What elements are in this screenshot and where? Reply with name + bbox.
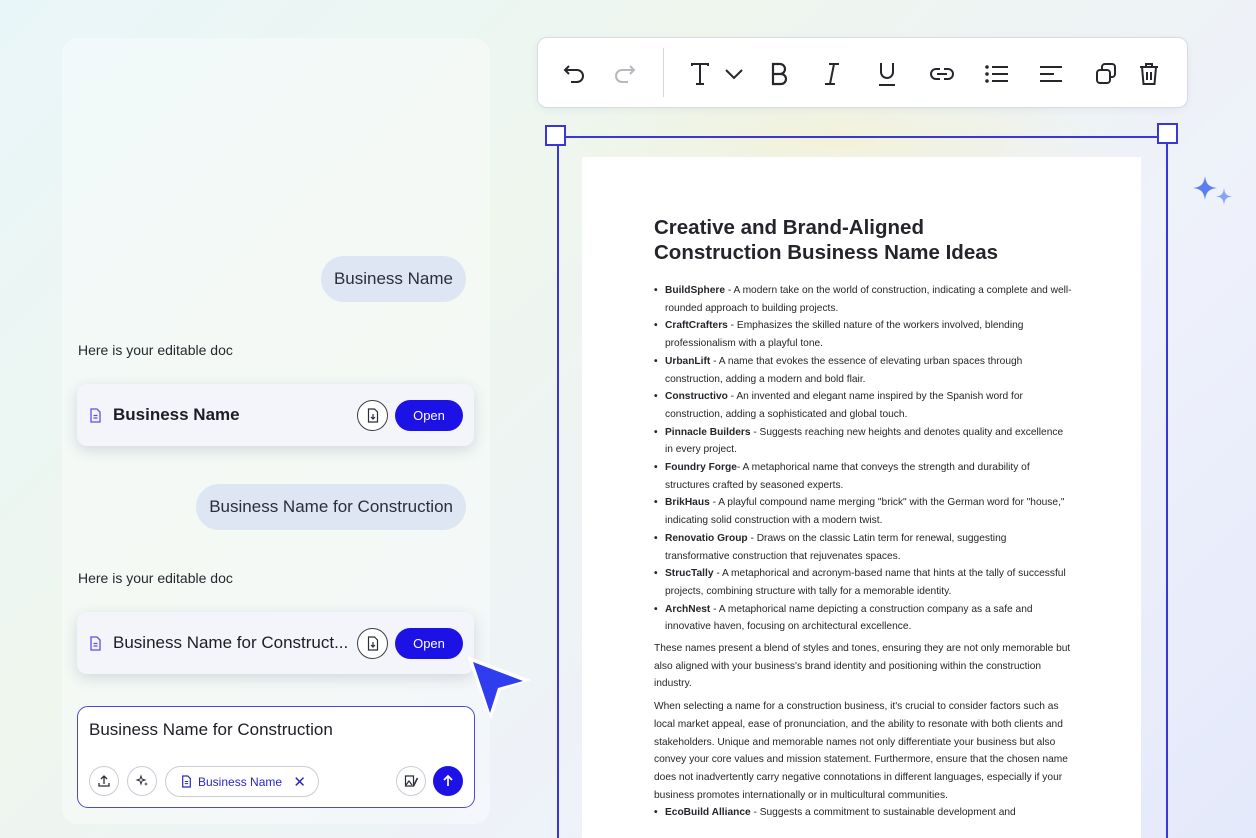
list-item: BuildSphere - A modern take on the world… bbox=[654, 282, 1073, 317]
doc-card[interactable]: Business Name Open bbox=[77, 384, 474, 446]
chat-panel: Business Name Here is your editable doc … bbox=[62, 38, 490, 824]
list-item: StrucTally - A metaphorical and acronym-… bbox=[654, 565, 1073, 600]
idea-list: BuildSphere - A modern take on the world… bbox=[654, 282, 1073, 636]
undo-icon[interactable] bbox=[561, 60, 589, 88]
list-item: Foundry Forge- A metaphorical name that … bbox=[654, 459, 1073, 494]
doc-title: Business Name for Construct... bbox=[113, 633, 349, 652]
open-button[interactable]: Open bbox=[395, 627, 463, 659]
redo-icon[interactable] bbox=[610, 60, 638, 88]
list-item: BrikHaus - A playful compound name mergi… bbox=[654, 494, 1073, 529]
body-paragraph: When selecting a name for a construction… bbox=[654, 701, 1068, 801]
list-item: Renovatio Group - Draws on the classic L… bbox=[654, 530, 1073, 565]
bold-icon[interactable] bbox=[765, 60, 793, 88]
bulleted-list-icon[interactable] bbox=[983, 60, 1011, 88]
text-style-icon[interactable] bbox=[686, 60, 714, 88]
arrow-up-icon bbox=[443, 774, 453, 786]
body-paragraph: These names present a blend of styles an… bbox=[654, 643, 1071, 690]
list-item: UrbanLift - A name that evokes the essen… bbox=[654, 353, 1073, 388]
composer-input[interactable]: Business Name for Construction bbox=[89, 720, 333, 740]
editor-toolbar bbox=[537, 37, 1188, 108]
open-button[interactable]: Open bbox=[395, 399, 463, 431]
document-icon bbox=[89, 407, 105, 423]
sparkle-icon bbox=[135, 774, 148, 786]
pointer-cursor-icon bbox=[467, 656, 531, 720]
doc-title: Business Name bbox=[113, 405, 240, 424]
user-message: Business Name for Construction bbox=[196, 484, 466, 530]
toolbar-separator bbox=[663, 48, 664, 97]
list-item: CraftCrafters - Emphasizes the skilled n… bbox=[654, 317, 1073, 352]
list-item: ArchNest - A metaphorical name depicting… bbox=[654, 601, 1073, 636]
align-icon[interactable] bbox=[1037, 60, 1065, 88]
document-title: Creative and Brand-Aligned Construction … bbox=[654, 216, 999, 264]
download-button[interactable] bbox=[357, 627, 388, 659]
user-message: Business Name bbox=[320, 256, 466, 302]
assistant-message: Here is your editable doc bbox=[78, 570, 233, 586]
resize-handle-top-left[interactable] bbox=[545, 125, 566, 146]
list-item: Pinnacle Builders - Suggests reaching ne… bbox=[654, 424, 1073, 459]
chevron-down-icon[interactable] bbox=[720, 60, 748, 88]
document-icon bbox=[89, 635, 105, 651]
image-button[interactable] bbox=[396, 766, 426, 796]
document-icon bbox=[182, 775, 191, 788]
duplicate-icon[interactable] bbox=[1092, 60, 1120, 88]
chip-label: Business Name bbox=[198, 774, 283, 789]
remove-chip-icon[interactable]: ✕ bbox=[293, 773, 306, 791]
underline-icon[interactable] bbox=[873, 60, 901, 88]
image-edit-icon bbox=[404, 775, 418, 787]
upload-icon bbox=[98, 775, 110, 787]
download-button[interactable] bbox=[357, 399, 388, 431]
document-page[interactable]: Creative and Brand-Aligned Construction … bbox=[582, 157, 1141, 838]
resize-handle-top-right[interactable] bbox=[1157, 123, 1178, 144]
doc-card[interactable]: Business Name for Construct... Open bbox=[77, 612, 474, 674]
message-composer[interactable]: Business Name for Construction Business … bbox=[77, 706, 475, 808]
delete-icon[interactable] bbox=[1135, 60, 1163, 88]
attached-doc-chip[interactable]: Business Name ✕ bbox=[165, 766, 319, 797]
list-item: Constructivo - An invented and elegant n… bbox=[654, 388, 1073, 423]
list-item: EcoBuild Alliance - Suggests a commitmen… bbox=[654, 804, 1073, 822]
italic-icon[interactable] bbox=[818, 60, 846, 88]
magic-button[interactable] bbox=[127, 766, 157, 796]
link-icon[interactable] bbox=[928, 60, 956, 88]
send-button[interactable] bbox=[433, 766, 463, 796]
idea-list: EcoBuild Alliance - Suggests a commitmen… bbox=[654, 804, 1073, 822]
upload-button[interactable] bbox=[89, 766, 119, 796]
sparkle-icon bbox=[1193, 176, 1232, 205]
assistant-message: Here is your editable doc bbox=[78, 342, 233, 358]
